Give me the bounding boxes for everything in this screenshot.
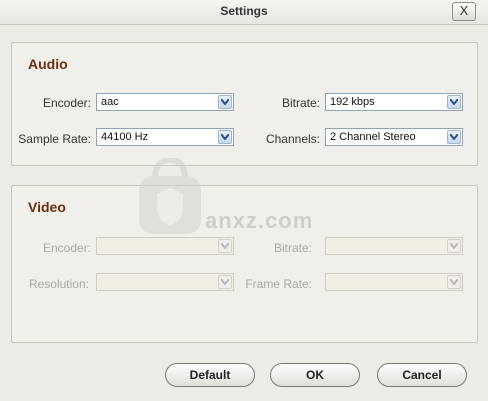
- chevron-down-icon[interactable]: [447, 275, 461, 289]
- cancel-button[interactable]: Cancel: [377, 363, 467, 387]
- audio-bitrate-label: Bitrate:: [281, 96, 320, 110]
- shield-lock-logo-icon: [139, 158, 201, 234]
- audio-encoder-select[interactable]: aac: [96, 93, 234, 111]
- video-frame-rate-select[interactable]: [325, 273, 463, 291]
- window-title: Settings: [220, 4, 268, 18]
- video-bitrate-select[interactable]: [325, 237, 463, 255]
- audio-sample-rate-label: Sample Rate:: [18, 132, 91, 146]
- watermark-text: anxz.com: [205, 208, 314, 233]
- chevron-down-icon[interactable]: [447, 239, 461, 253]
- audio-channels-value: 2 Channel Stereo: [330, 131, 416, 143]
- chevron-down-icon[interactable]: [218, 239, 232, 253]
- chevron-down-icon[interactable]: [218, 275, 232, 289]
- audio-channels-select[interactable]: 2 Channel Stereo: [325, 128, 463, 146]
- chevron-down-icon[interactable]: [447, 95, 461, 109]
- video-frame-rate-label: Frame Rate:: [245, 277, 312, 291]
- audio-encoder-value: aac: [101, 96, 119, 108]
- audio-channels-label: Channels:: [265, 132, 320, 146]
- video-bitrate-label: Bitrate:: [273, 241, 312, 255]
- chevron-down-icon[interactable]: [447, 130, 461, 144]
- chevron-down-icon[interactable]: [218, 95, 232, 109]
- audio-encoder-label: Encoder:: [42, 96, 91, 110]
- title-bar: Settings X: [0, 0, 488, 25]
- audio-bitrate-select[interactable]: 192 kbps: [325, 93, 463, 111]
- audio-sample-rate-select[interactable]: 44100 Hz: [96, 128, 234, 146]
- video-group-title: Video: [28, 199, 66, 215]
- video-resolution-label: Resolution:: [28, 277, 89, 291]
- video-encoder-label: Encoder:: [42, 241, 91, 255]
- video-encoder-select[interactable]: [96, 237, 234, 255]
- audio-group-title: Audio: [28, 56, 68, 72]
- chevron-down-icon[interactable]: [218, 130, 232, 144]
- video-resolution-select[interactable]: [96, 273, 234, 291]
- default-button[interactable]: Default: [165, 363, 255, 387]
- audio-bitrate-value: 192 kbps: [330, 96, 375, 108]
- ok-button[interactable]: OK: [270, 363, 360, 387]
- audio-sample-rate-value: 44100 Hz: [101, 131, 149, 143]
- close-button[interactable]: X: [452, 2, 476, 21]
